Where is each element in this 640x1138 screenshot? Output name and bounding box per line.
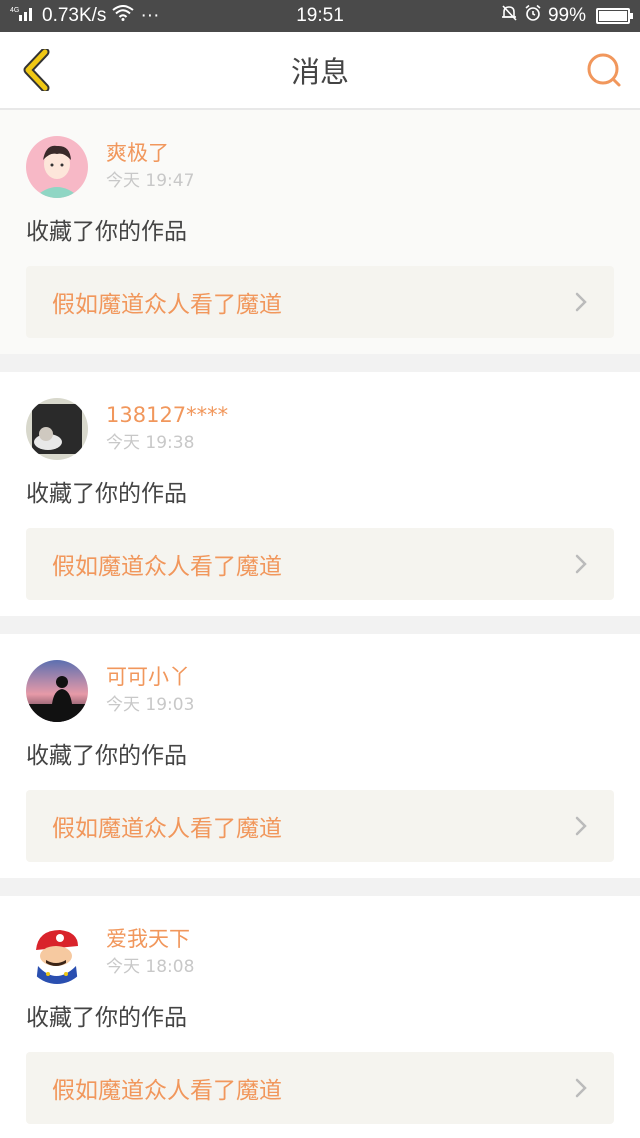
message-header: 138127**** 今天 19:38 [26,398,614,460]
message-meta: 可可小丫 今天 19:03 [106,663,194,719]
work-link[interactable]: 假如魔道众人看了魔道 [26,790,614,862]
battery-icon [596,8,633,24]
status-right: 99% [500,4,633,28]
message-meta: 爱我天下 今天 18:08 [106,925,194,981]
message-time: 今天 19:38 [106,433,195,453]
status-left: 4G 0.73K/s ··· [10,5,159,27]
mute-bell-icon [500,4,518,28]
work-link[interactable]: 假如魔道众人看了魔道 [26,1052,614,1124]
message-card: 爽极了 今天 19:47 收藏了你的作品 假如魔道众人看了魔道 [0,110,640,354]
user-name[interactable]: 爱我天下 [106,925,194,953]
status-bar: 4G 0.73K/s ··· 19:51 99% [0,0,640,32]
more-indicator: ··· [140,5,160,26]
message-header: 可可小丫 今天 19:03 [26,660,614,722]
back-chevron-icon [23,49,50,91]
message-card: 爱我天下 今天 18:08 收藏了你的作品 假如魔道众人看了魔道 [0,896,640,1138]
page-title: 消息 [290,55,349,89]
work-link[interactable]: 假如魔道众人看了魔道 [26,528,614,600]
search-icon [587,53,621,87]
message-action: 收藏了你的作品 [26,481,187,507]
message-meta: 138127**** 今天 19:38 [106,401,228,457]
message-header: 爱我天下 今天 18:08 [26,922,614,984]
network-speed: 0.73K/s [42,5,107,26]
signal-icon: 4G [10,5,36,27]
work-title: 假如魔道众人看了魔道 [52,292,282,318]
message-action: 收藏了你的作品 [26,1005,187,1031]
message-action: 收藏了你的作品 [26,743,187,769]
wifi-icon [112,5,135,27]
message-header: 爽极了 今天 19:47 [26,136,614,198]
alarm-icon [524,4,542,28]
message-card: 138127**** 今天 19:38 收藏了你的作品 假如魔道众人看了魔道 [0,372,640,616]
nav-bar: 消息 [0,32,640,110]
message-list: 爽极了 今天 19:47 收藏了你的作品 假如魔道众人看了魔道 138127**… [0,110,640,1138]
chevron-right-icon [575,292,587,312]
user-name[interactable]: 可可小丫 [106,663,194,691]
svg-text:4G: 4G [10,7,19,14]
work-title: 假如魔道众人看了魔道 [52,554,282,580]
avatar[interactable] [26,398,88,460]
message-time: 今天 19:03 [106,695,195,715]
message-time: 今天 19:47 [106,171,195,191]
user-name[interactable]: 爽极了 [106,139,194,167]
user-name[interactable]: 138127**** [106,401,228,429]
chevron-right-icon [575,554,587,574]
chevron-right-icon [575,1078,587,1098]
work-title: 假如魔道众人看了魔道 [52,816,282,842]
back-button[interactable] [16,48,56,92]
work-title: 假如魔道众人看了魔道 [52,1078,282,1104]
chevron-right-icon [575,816,587,836]
avatar[interactable] [26,922,88,984]
message-meta: 爽极了 今天 19:47 [106,139,194,195]
message-action: 收藏了你的作品 [26,219,187,245]
battery-fill [599,11,627,21]
avatar[interactable] [26,136,88,198]
message-time: 今天 18:08 [106,957,195,977]
search-button[interactable] [584,48,624,92]
avatar[interactable] [26,660,88,722]
message-card: 可可小丫 今天 19:03 收藏了你的作品 假如魔道众人看了魔道 [0,634,640,878]
battery-percent: 99% [547,5,586,26]
work-link[interactable]: 假如魔道众人看了魔道 [26,266,614,338]
